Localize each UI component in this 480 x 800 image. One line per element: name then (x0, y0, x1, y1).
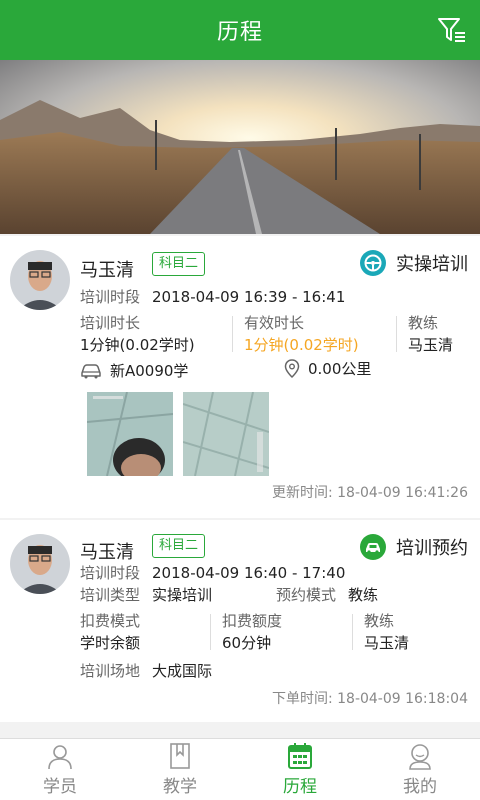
history-record-card[interactable]: 马玉清 科目二 培训预约 培训时段 2018-04-09 16:40 - 17:4… (0, 520, 480, 722)
coach-label: 教练 (364, 612, 395, 630)
record-type: 培训预约 (360, 534, 468, 560)
location-pin-icon (284, 358, 300, 378)
record-type-label: 实操培训 (396, 254, 468, 275)
billing-mode: 扣费模式 学时余额 (80, 610, 140, 653)
divider (396, 316, 397, 352)
coach-label: 教练 (408, 314, 439, 332)
effective-duration-label: 有效时长 (244, 314, 305, 332)
training-duration: 培训时长 1分钟(0.02学时) (80, 312, 195, 355)
student-name: 马玉清 (80, 260, 134, 281)
tab-profile[interactable]: 我的 (360, 739, 480, 800)
order-time: 下单时间: 18-04-09 16:18:04 (272, 688, 468, 708)
updated-time: 更新时间: 18-04-09 16:41:26 (272, 482, 468, 502)
book-icon (170, 743, 190, 769)
tab-label: 学员 (43, 777, 77, 797)
training-period: 培训时段 2018-04-09 16:39 - 16:41 (80, 286, 345, 307)
billing-amount-label: 扣费额度 (222, 612, 283, 630)
vehicle-plate: 新A0090学 (80, 360, 188, 381)
car-icon (81, 363, 101, 378)
training-type: 培训类型 实操培训 (80, 584, 212, 605)
training-period-label: 培训时段 (80, 288, 141, 306)
vehicle-plate-value: 新A0090学 (110, 362, 189, 380)
training-venue: 培训场地 大成国际 (80, 660, 212, 681)
billing-mode-label: 扣费模式 (80, 612, 141, 630)
training-duration-value: 1分钟(0.02学时) (80, 336, 195, 354)
avatar (10, 250, 70, 310)
divider (232, 316, 233, 352)
steering-wheel-icon (360, 250, 386, 276)
tab-teaching[interactable]: 教学 (120, 739, 240, 800)
effective-duration: 有效时长 1分钟(0.02学时) (244, 312, 359, 355)
road-banner-image (0, 60, 480, 234)
student-icon (48, 745, 72, 770)
booking-mode: 预约模式 教练 (276, 584, 378, 605)
booking-mode-value: 教练 (348, 586, 379, 604)
coach-value: 马玉清 (364, 634, 410, 652)
training-type-label: 培训类型 (80, 586, 141, 604)
training-duration-label: 培训时长 (80, 314, 141, 332)
page-title: 历程 (216, 20, 263, 45)
training-period-value: 2018-04-09 16:40 - 17:40 (152, 564, 346, 582)
tab-label: 历程 (283, 777, 317, 797)
coach-value: 马玉清 (408, 336, 454, 354)
training-photo[interactable] (87, 392, 173, 476)
training-period-label: 培训时段 (80, 564, 141, 582)
record-type: 实操培训 (360, 250, 468, 276)
training-photo[interactable] (183, 392, 269, 476)
profile-icon (409, 744, 431, 770)
billing-mode-value: 学时余额 (80, 634, 141, 652)
coach: 教练 马玉清 (408, 312, 453, 355)
student-name: 马玉清 (80, 542, 134, 563)
updated-time-label: 更新时间: (271, 485, 333, 501)
training-period: 培训时段 2018-04-09 16:40 - 17:40 (80, 562, 345, 583)
coach: 教练 马玉清 (364, 610, 409, 653)
car-booking-icon (360, 534, 386, 560)
training-venue-label: 培训场地 (80, 662, 141, 680)
subject-tag: 科目二 (152, 534, 206, 558)
subject-tag: 科目二 (152, 252, 206, 276)
filter-button[interactable] (436, 14, 468, 46)
tab-history[interactable]: 历程 (240, 739, 360, 800)
billing-amount: 扣费额度 60分钟 (222, 610, 282, 653)
effective-duration-value: 1分钟(0.02学时) (244, 336, 359, 354)
order-time-value: 18-04-09 16:18:04 (337, 691, 468, 707)
training-venue-value: 大成国际 (152, 662, 213, 680)
top-bar: 历程 (0, 0, 480, 60)
training-period-value: 2018-04-09 16:39 - 16:41 (152, 288, 346, 306)
distance-value: 0.00公里 (308, 360, 372, 378)
training-type-value: 实操培训 (152, 586, 213, 604)
distance: 0.00公里 (284, 358, 371, 379)
tab-label: 我的 (403, 777, 437, 797)
tab-label: 教学 (163, 777, 197, 797)
avatar (10, 534, 70, 594)
record-type-label: 培训预约 (396, 538, 468, 559)
tab-students[interactable]: 学员 (0, 739, 120, 800)
calendar-icon (288, 743, 312, 769)
divider (210, 614, 211, 650)
app-root: 历程 马玉清 科目二 实操培训 培训时段 2018-04-09 16:39 - … (0, 0, 480, 800)
bottom-tab-bar: 学员 教学 历程 我的 (0, 738, 480, 800)
filter-icon (438, 18, 465, 42)
billing-amount-value: 60分钟 (222, 634, 272, 652)
history-record-card[interactable]: 马玉清 科目二 实操培训 培训时段 2018-04-09 16:39 - 16:4… (0, 236, 480, 518)
divider (352, 614, 353, 650)
booking-mode-label: 预约模式 (276, 586, 337, 604)
order-time-label: 下单时间: (271, 691, 333, 707)
updated-time-value: 18-04-09 16:41:26 (337, 485, 468, 501)
